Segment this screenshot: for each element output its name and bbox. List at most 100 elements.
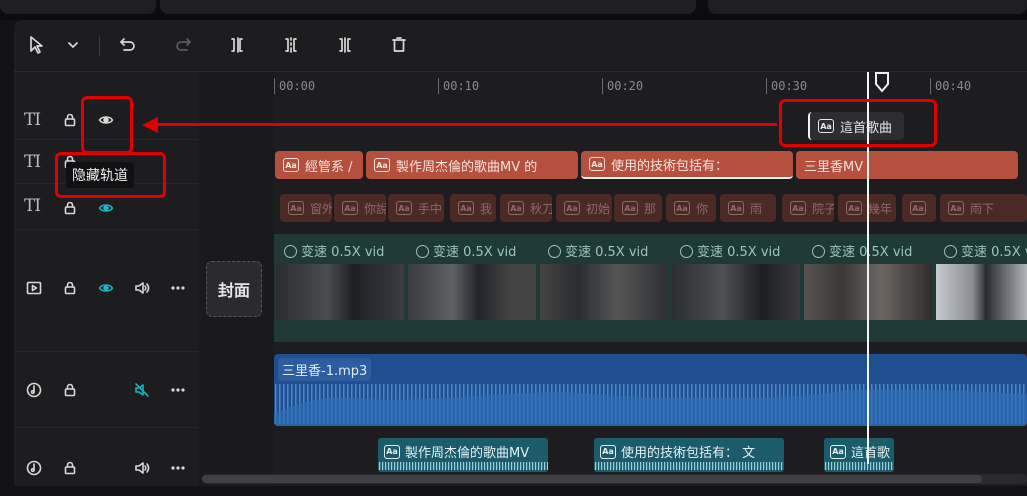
ruler-label: 00:30 (771, 79, 808, 93)
tts-clip[interactable]: Aa 這首歌 (824, 438, 894, 472)
horizontal-scrollbar[interactable] (202, 474, 1027, 484)
text-clip[interactable]: 三里香MV (796, 151, 1018, 179)
upper-panel-left (0, 0, 156, 14)
undo-button[interactable] (117, 34, 139, 56)
eye-icon[interactable] (96, 198, 116, 218)
speed-icon (944, 245, 957, 258)
ruler-label: 00:10 (443, 79, 480, 93)
upper-panel-center (160, 0, 696, 14)
text-clip[interactable]: Aa 製作周杰倫的歌曲MV 的 (366, 151, 578, 179)
subtitle-clip[interactable]: Aa 手中 (388, 194, 444, 222)
speed-label: 变速 0.5X vid (812, 241, 912, 260)
text-clip-selected[interactable]: Aa 使用的技術包括有： (581, 151, 793, 179)
speed-icon (416, 245, 429, 258)
volume-icon[interactable] (132, 278, 152, 298)
tts-waveform (378, 460, 548, 470)
clip-label: 三里香MV (804, 159, 864, 175)
redo-icon (176, 38, 191, 51)
cover-button[interactable]: 封面 (206, 261, 262, 317)
top-strip (0, 0, 1027, 20)
undo-icon (120, 38, 135, 51)
video-lane[interactable]: 变速 0.5X vid 变速 0.5X vid 变速 0.5X vid 变速 0… (274, 234, 1027, 342)
chevron-down-icon (68, 42, 78, 48)
tts-clip-label: 使用的技術包括有： 文 (621, 446, 756, 461)
lock-icon[interactable] (60, 278, 80, 298)
ruler-label: 00:00 (279, 79, 316, 93)
annotation-arrow-line (155, 123, 777, 126)
subtitle-clip[interactable]: Aa 我 (450, 194, 496, 222)
speed-label: 变速 0.5X vid (284, 241, 384, 260)
text-lane-2: Aa 經管系 / Aa 製作周杰倫的歌曲MV 的 Aa 使用的技術包括有： 三里… (274, 151, 1027, 179)
subtitle-clip[interactable]: Aa 秋刀 (500, 194, 552, 222)
more-icon[interactable] (168, 380, 188, 400)
select-tool-button[interactable] (26, 34, 48, 56)
time-ruler[interactable]: 00:00 00:10 00:20 00:30 00:40 (274, 72, 1027, 98)
video-thumbnail (276, 264, 404, 320)
split-button[interactable] (280, 34, 302, 56)
select-dropdown-button[interactable] (62, 34, 84, 56)
split-left-button[interactable] (226, 34, 248, 56)
volume-icon[interactable] (132, 458, 152, 478)
video-thumbnail (408, 264, 536, 320)
annotation-box-clip (779, 99, 937, 147)
more-icon[interactable] (168, 458, 188, 478)
tts-clip[interactable]: Aa 製作周杰倫的歌曲MV (378, 438, 548, 472)
tts-clip[interactable]: Aa 使用的技術包括有： 文 (594, 438, 784, 472)
subtitle-clip[interactable]: Aa 院子 (782, 194, 834, 222)
track-header-audio-1 (14, 352, 198, 428)
lock-icon[interactable] (60, 380, 80, 400)
scrollbar-thumb[interactable] (202, 475, 982, 483)
speed-label: 变速 0.5X vid (680, 241, 780, 260)
timeline-toolbar (14, 20, 1027, 72)
subtitle-clip[interactable]: Aa 窗外 (280, 194, 332, 222)
track-header-video (14, 230, 198, 352)
lock-icon[interactable] (60, 110, 80, 130)
upper-panel-right (708, 0, 1027, 14)
subtitle-clip[interactable]: Aa 雨下 (940, 194, 1027, 222)
ruler-label: 00:20 (607, 79, 644, 93)
track-header-audio-2 (14, 428, 198, 486)
video-track-icon (24, 278, 44, 298)
text-clip-icon: Aa (589, 157, 605, 171)
music-track-icon (24, 458, 44, 478)
split-left-icon (231, 37, 243, 53)
delete-icon (392, 37, 406, 52)
music-track-icon (24, 380, 44, 400)
subtitle-clip[interactable]: Aa (902, 194, 936, 222)
split-icon (285, 37, 297, 53)
text-clip-icon: Aa (374, 158, 390, 172)
audio-waveform (274, 354, 1027, 426)
redo-button[interactable] (172, 34, 194, 56)
speed-icon (680, 245, 693, 258)
annotation-arrow-head (142, 117, 158, 133)
more-icon[interactable] (168, 278, 188, 298)
subtitle-clip[interactable]: Aa 那 (614, 194, 662, 222)
delete-button[interactable] (388, 34, 410, 56)
eye-icon[interactable] (96, 278, 116, 298)
audio-lane[interactable]: 三里香-1.mp3 (274, 354, 1027, 426)
subtitle-clip[interactable]: Aa 你 (666, 194, 716, 222)
lock-icon[interactable] (60, 198, 80, 218)
playhead-handle[interactable] (874, 71, 890, 93)
clip-label: 使用的技術包括有： (611, 158, 729, 174)
clip-label: 經管系 / (305, 159, 353, 175)
text-track-icon: TI (24, 152, 41, 172)
speed-icon (284, 245, 297, 258)
split-right-button[interactable] (334, 34, 356, 56)
subtitle-clip[interactable]: Aa 雨 (720, 194, 776, 222)
tts-waveform (824, 460, 894, 470)
speed-label: 变速 0.5X vid (944, 241, 1027, 260)
subtitle-clip[interactable]: Aa 初始 (556, 194, 612, 222)
hide-track-tooltip: 隐藏轨道 (66, 162, 134, 188)
subtitle-lane: Aa 窗外 Aa 你說 Aa 手中 Aa 我 Aa 秋刀 Aa 初始 Aa 那 Aa 你 Aa 雨… (274, 194, 1027, 222)
text-track-icon: TI (24, 196, 41, 216)
cursor-icon (30, 36, 43, 54)
video-thumbnail (672, 264, 800, 320)
tts-clip-label: 製作周杰倫的歌曲MV (405, 446, 530, 461)
lock-icon[interactable] (60, 458, 80, 478)
mute-icon[interactable] (132, 380, 152, 400)
speed-label: 变速 0.5X vid (416, 241, 516, 260)
clip-label: 製作周杰倫的歌曲MV 的 (396, 159, 538, 175)
subtitle-clip[interactable]: Aa 你說 (334, 194, 386, 222)
text-clip[interactable]: Aa 經管系 / (275, 151, 363, 179)
